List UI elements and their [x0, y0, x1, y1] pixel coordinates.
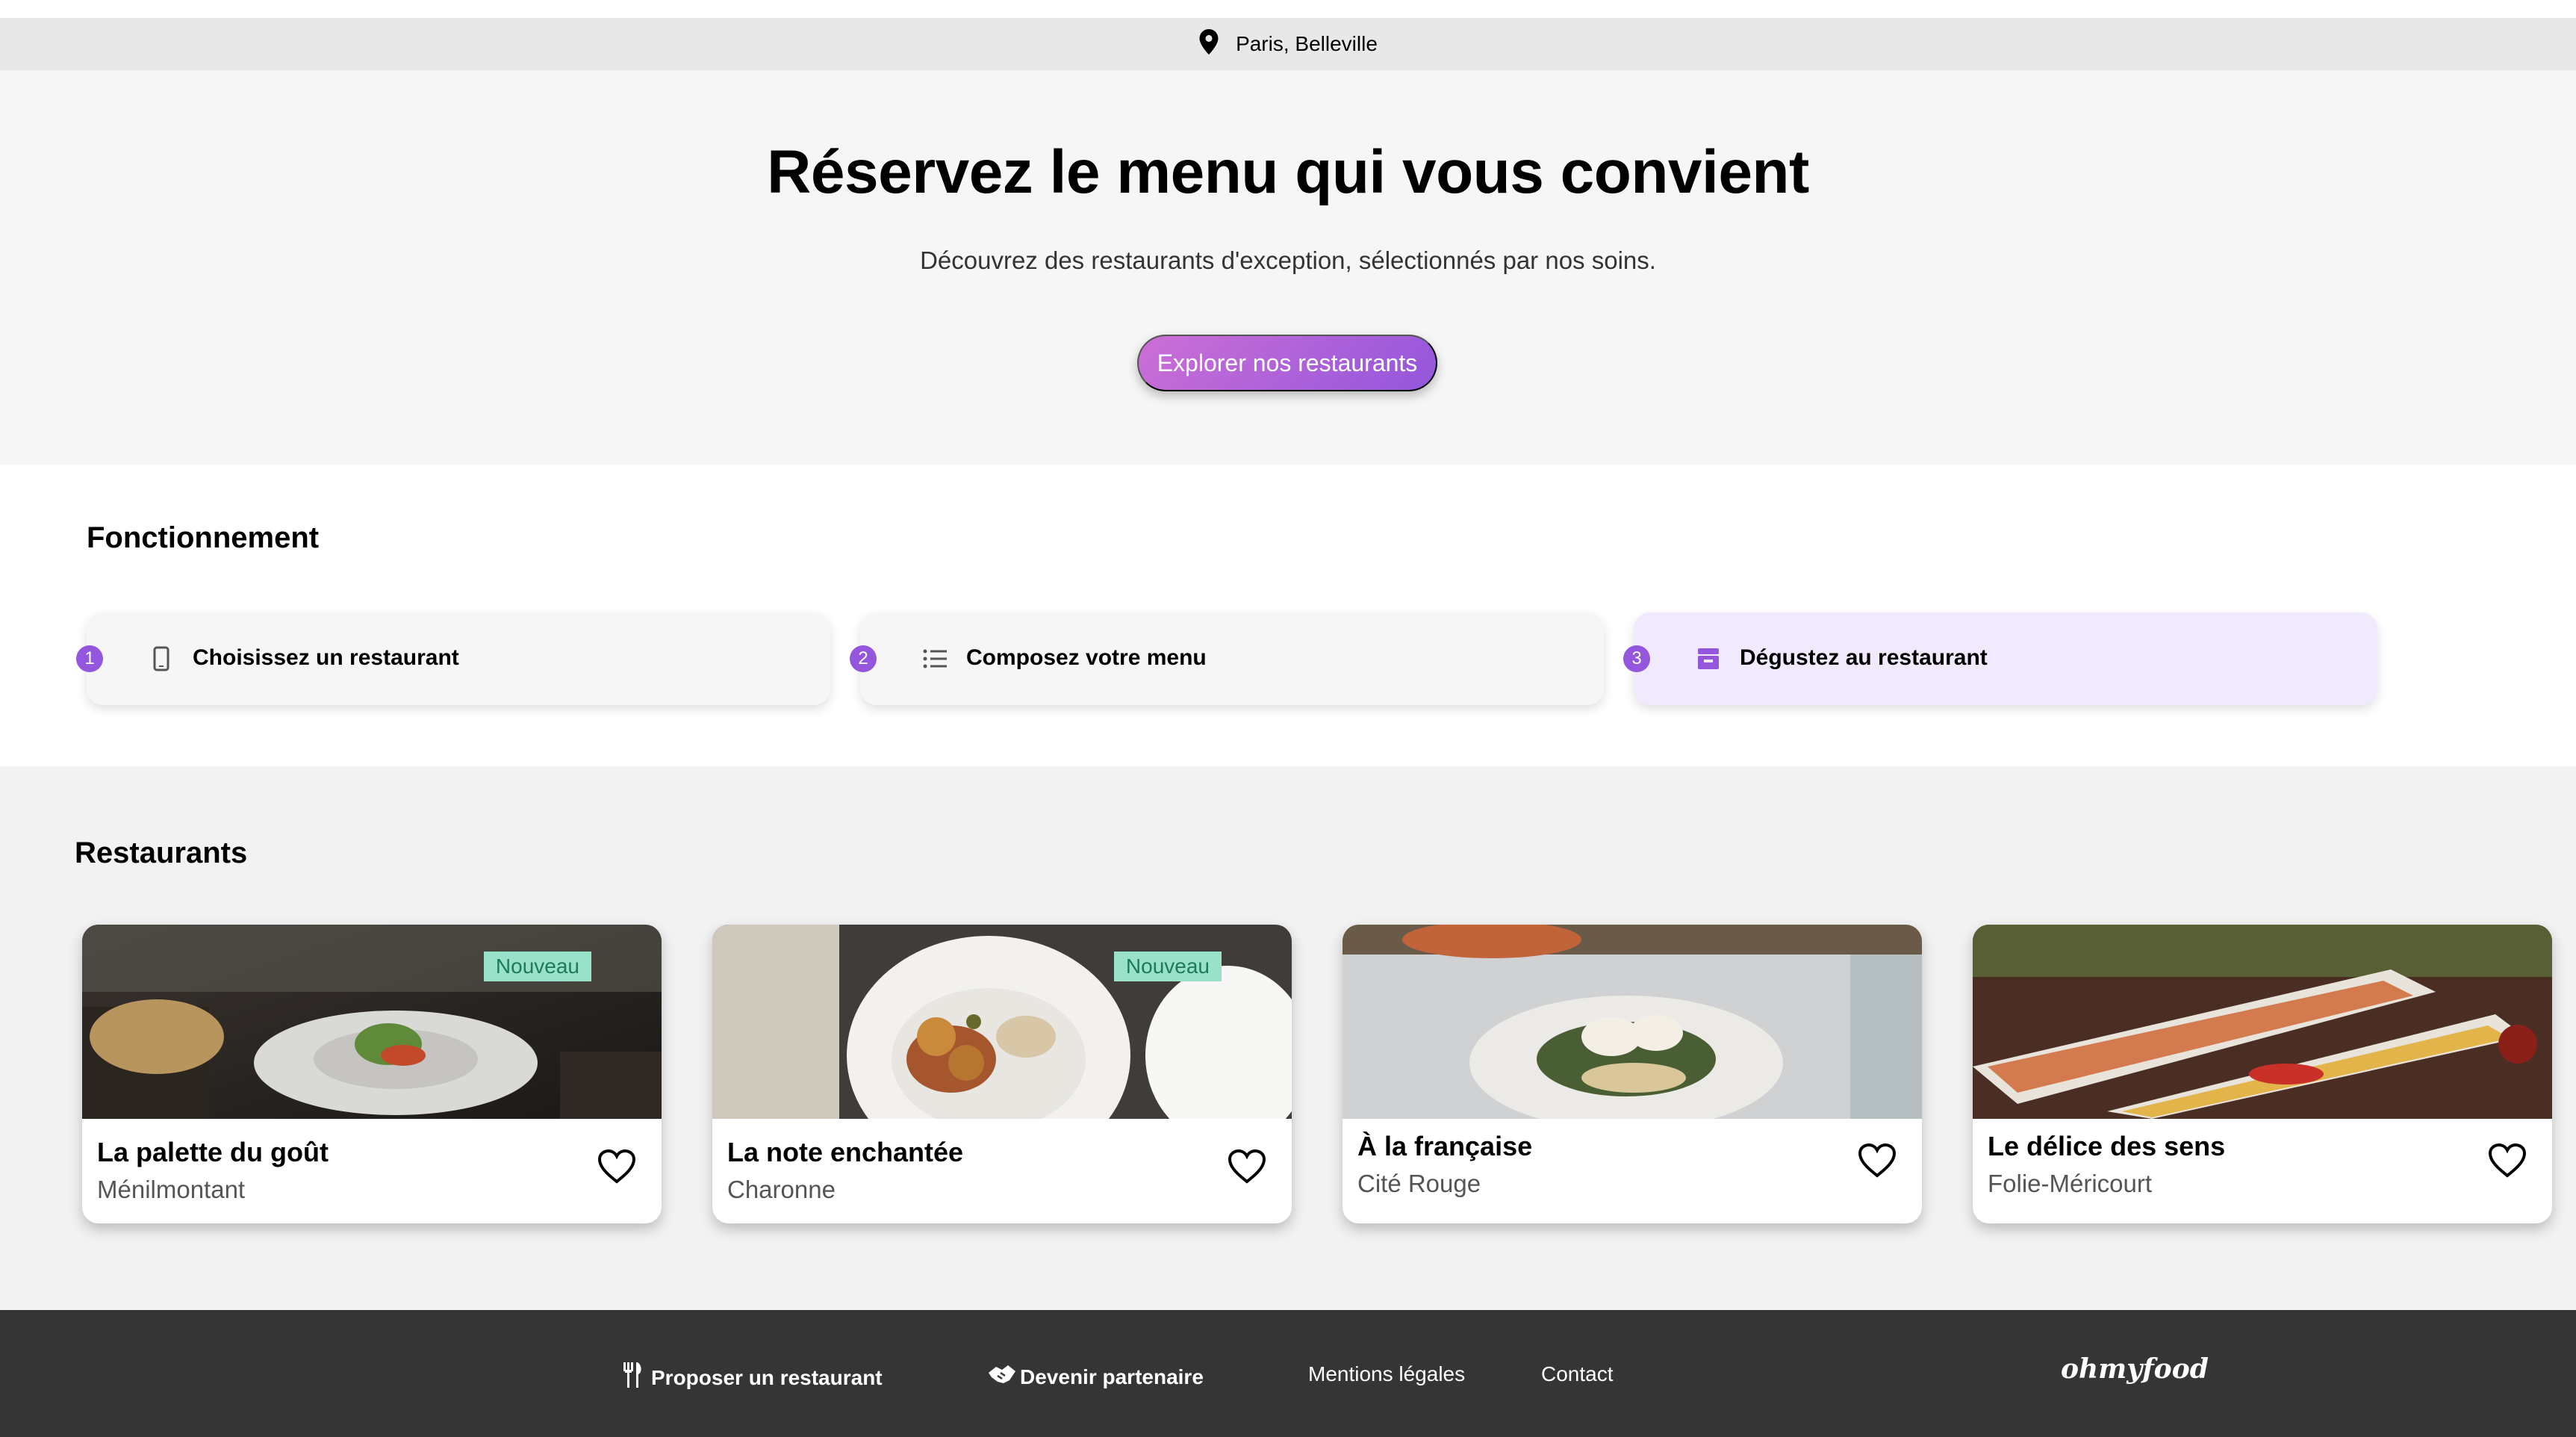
- hero-subtitle: Découvrez des restaurants d'exception, s…: [920, 246, 1656, 274]
- favorite-heart-icon[interactable]: [1228, 1149, 1266, 1185]
- location-bar: Paris, Belleville: [0, 18, 2576, 70]
- step-card-3: 3 Dégustez au restaurant: [1623, 612, 2377, 705]
- footer-link-label: Proposer un restaurant: [651, 1365, 883, 1389]
- restaurant-card[interactable]: À la française Cité Rouge: [1343, 925, 1922, 1223]
- smartphone-icon: [146, 644, 176, 674]
- handshake-icon: [987, 1362, 1017, 1391]
- top-strip: [0, 0, 2576, 18]
- restaurant-name: La palette du goût: [97, 1137, 329, 1167]
- restaurant-area: Ménilmontant: [97, 1176, 246, 1203]
- map-pin-icon: [1198, 28, 1219, 60]
- footer: Proposer un restaurant Devenir partenair…: [0, 1310, 2576, 1437]
- restaurant-photo: [1973, 925, 2552, 1119]
- list-icon: [920, 644, 950, 674]
- step-card-1: 1 Choisissez un restaurant: [76, 612, 830, 705]
- restaurant-name: La note enchantée: [727, 1137, 964, 1167]
- footer-link-label: Contact: [1541, 1362, 1614, 1385]
- step-label: Composez votre menu: [966, 645, 1207, 670]
- store-icon: [1693, 644, 1723, 674]
- restaurants-section: Restaurants Nouveau La palette du goût M…: [0, 766, 2576, 1310]
- restaurant-area: Cité Rouge: [1357, 1170, 1481, 1197]
- footer-link-label: Mentions légales: [1308, 1362, 1466, 1385]
- restaurant-area: Folie-Méricourt: [1988, 1170, 2153, 1197]
- footer-link-contact[interactable]: Contact: [1541, 1362, 1614, 1386]
- footer-link-become-partner[interactable]: Devenir partenaire: [987, 1362, 1204, 1391]
- restaurant-card[interactable]: Nouveau La note enchantée Charonne: [712, 925, 1292, 1223]
- restaurant-name: Le délice des sens: [1988, 1131, 2226, 1161]
- restaurant-name: À la française: [1357, 1131, 1533, 1161]
- footer-link-propose-restaurant[interactable]: Proposer un restaurant: [621, 1362, 883, 1393]
- explore-restaurants-button[interactable]: Explorer nos restaurants: [1137, 335, 1437, 391]
- ohmyfood-logo[interactable]: ohmyfood: [2061, 1353, 2209, 1385]
- hero-section: Réservez le menu qui vous convient Décou…: [0, 70, 2576, 465]
- location-text: Paris, Belleville: [1236, 32, 1378, 55]
- step-card-2: 2 Composez votre menu: [850, 612, 1604, 705]
- how-it-works-section: Fonctionnement 1 Choisissez un restauran…: [0, 465, 2576, 766]
- step-label: Dégustez au restaurant: [1740, 645, 1988, 670]
- step-number-badge: 3: [1623, 645, 1650, 672]
- restaurants-title: Restaurants: [75, 837, 248, 869]
- footer-link-legal[interactable]: Mentions légales: [1308, 1362, 1465, 1386]
- restaurant-area: Charonne: [727, 1176, 836, 1203]
- step-number-badge: 1: [76, 645, 103, 672]
- restaurant-photo: [1343, 925, 1922, 1119]
- restaurant-card[interactable]: Le délice des sens Folie-Méricourt: [1973, 925, 2552, 1223]
- footer-link-label: Devenir partenaire: [1020, 1365, 1204, 1388]
- step-label: Choisissez un restaurant: [193, 645, 459, 670]
- hero-title: Réservez le menu qui vous convient: [767, 138, 1809, 206]
- how-it-works-title: Fonctionnement: [87, 521, 320, 554]
- favorite-heart-icon[interactable]: [2488, 1143, 2527, 1179]
- utensils-icon: [621, 1362, 644, 1393]
- restaurant-card[interactable]: Nouveau La palette du goût Ménilmontant: [82, 925, 662, 1223]
- favorite-heart-icon[interactable]: [1858, 1143, 1897, 1179]
- step-number-badge: 2: [850, 645, 877, 672]
- new-badge: Nouveau: [1113, 952, 1222, 981]
- new-badge: Nouveau: [483, 952, 591, 981]
- favorite-heart-icon[interactable]: [597, 1149, 636, 1185]
